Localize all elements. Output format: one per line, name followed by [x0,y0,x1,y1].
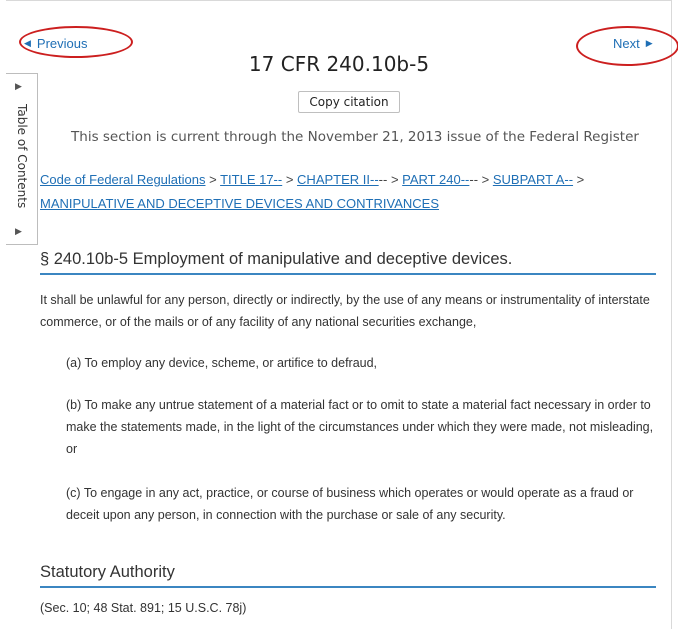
breadcrumb: Code of Federal Regulations > TITLE 17--… [40,168,660,216]
document-title: 17 CFR 240.10b-5 [248,52,430,76]
statutory-authority-heading: Statutory Authority [40,563,656,588]
statutory-authority-text: (Sec. 10; 48 Stat. 891; 15 U.S.C. 78j) [40,601,247,615]
breadcrumb-separator: > [573,172,585,187]
section-heading: § 240.10b-5 Employment of manipulative a… [40,250,656,275]
breadcrumb-link-chapter-ii[interactable]: CHAPTER II-- [297,172,379,187]
copy-citation-button[interactable]: Copy citation [298,91,400,113]
breadcrumb-link-cfr[interactable]: Code of Federal Regulations [40,172,206,187]
breadcrumb-link-title-17[interactable]: TITLE 17-- [220,172,282,187]
expand-arrow-icon: ▶ [15,81,22,91]
breadcrumb-link-part-240[interactable]: PART 240-- [402,172,469,187]
table-of-contents-tab[interactable]: ▶ Table of Contents ▶ [6,73,38,245]
section-intro-paragraph: It shall be unlawful for any person, dir… [40,293,650,329]
breadcrumb-separator: > [282,172,298,187]
breadcrumb-separator: -- > [469,172,493,187]
breadcrumb-link-manipulative-devices[interactable]: MANIPULATIVE AND DECEPTIVE DEVICES AND C… [40,196,439,211]
currency-note: This section is current through the Nove… [71,129,639,145]
clause-b-paragraph: (b) To make any untrue statement of a ma… [66,398,654,456]
breadcrumb-separator: -- > [378,172,403,187]
expand-arrow-icon: ▶ [15,226,22,236]
clause-c-paragraph: (c) To engage in any act, practice, or c… [66,486,634,522]
breadcrumb-link-subpart-a[interactable]: SUBPART A-- [493,172,573,187]
clause-a-paragraph: (a) To employ any device, scheme, or art… [66,356,378,370]
toc-label: Table of Contents [15,104,29,209]
breadcrumb-separator: > [205,172,221,187]
